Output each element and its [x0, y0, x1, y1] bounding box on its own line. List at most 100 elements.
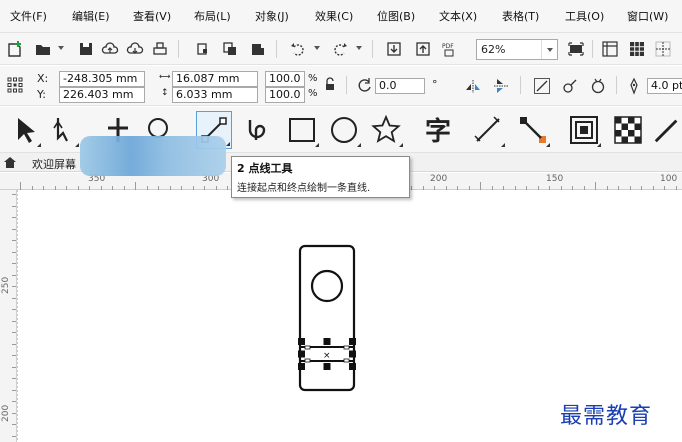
object-height-field[interactable]: 6.033 mm: [172, 87, 258, 103]
menu-view[interactable]: 查看(V): [133, 8, 171, 24]
home-icon[interactable]: [3, 155, 17, 169]
object-width-field[interactable]: 16.087 mm: [172, 71, 258, 87]
y-position-field[interactable]: 226.403 mm: [59, 87, 145, 103]
start-arrowhead-icon[interactable]: [532, 76, 552, 96]
outline-width-field[interactable]: 4.0 pt: [647, 78, 682, 94]
ruler-tick: [12, 274, 16, 276]
open-dropdown-icon[interactable]: [58, 46, 64, 50]
percent-y-label: %: [308, 88, 318, 99]
chevron-down-icon[interactable]: [541, 40, 557, 59]
artistic-media-tool-icon[interactable]: [240, 111, 276, 149]
ruler-tick: [12, 435, 16, 437]
ruler-tick: [595, 182, 596, 190]
separator: [372, 40, 373, 58]
percent-x-label: %: [308, 73, 318, 84]
ruler-tick: [12, 263, 16, 264]
ruler-v-label: 250: [1, 276, 11, 294]
tab-welcome-screen[interactable]: 欢迎屏幕: [32, 156, 76, 172]
blurred-redaction: [80, 136, 226, 176]
ruler-tick: [12, 251, 16, 253]
watermark-text: 最需教育: [560, 404, 653, 429]
separator: [592, 40, 593, 58]
vertical-ruler[interactable]: 250 200: [0, 190, 17, 442]
ruler-tick: [12, 194, 16, 195]
ruler-v-label: 200: [1, 404, 11, 422]
menu-text[interactable]: 文本(X): [439, 8, 477, 24]
tool-tooltip: 2 点线工具 连接起点和终点绘制一条直线.: [231, 156, 410, 198]
dimension-tool-icon[interactable]: [470, 111, 506, 149]
mirror-vertical-icon[interactable]: [491, 76, 511, 96]
ruler-tick: [12, 412, 16, 414]
menu-bitmaps[interactable]: 位图(B): [377, 8, 415, 24]
new-document-icon[interactable]: [5, 39, 25, 59]
transparency-tool-icon[interactable]: [610, 111, 646, 149]
height-icon: ↕: [161, 88, 169, 98]
full-screen-preview-icon[interactable]: [566, 39, 586, 59]
open-folder-icon[interactable]: [33, 39, 53, 59]
pick-tool-icon[interactable]: [6, 111, 42, 149]
ruler-tick: [12, 309, 16, 310]
text-tool-icon[interactable]: 字: [420, 111, 456, 149]
copy-icon[interactable]: [220, 39, 240, 59]
separator: [616, 76, 617, 94]
ruler-tick: [12, 378, 16, 379]
ruler-tick: [12, 401, 16, 402]
undo-icon[interactable]: [288, 39, 308, 59]
ruler-tick: [12, 205, 16, 207]
line-style-icon[interactable]: [560, 76, 580, 96]
selection-handles[interactable]: ×: [298, 338, 356, 370]
show-rulers-icon[interactable]: [600, 39, 620, 59]
cloud-upload-icon[interactable]: [100, 39, 120, 59]
x-position-field[interactable]: -248.305 mm: [59, 71, 145, 87]
cut-icon[interactable]: [193, 39, 213, 59]
undo-dropdown-icon[interactable]: [314, 46, 320, 50]
contour-tool-icon[interactable]: [566, 111, 602, 149]
ruler-tick: [12, 240, 16, 241]
show-grid-icon[interactable]: [627, 39, 647, 59]
x-label: X:: [37, 72, 49, 85]
mirror-horizontal-icon[interactable]: [463, 76, 483, 96]
menu-table[interactable]: 表格(T): [502, 8, 539, 24]
shape-tool-icon[interactable]: [44, 111, 80, 149]
property-bar: X: Y: -248.305 mm 226.403 mm ⟷ ↕ 16.087 …: [0, 66, 682, 106]
connector-tool-icon[interactable]: [515, 111, 551, 149]
paste-icon[interactable]: [248, 39, 268, 59]
menu-window[interactable]: 窗口(W): [627, 8, 668, 24]
save-icon[interactable]: [76, 39, 96, 59]
polygon-star-tool-icon[interactable]: [368, 111, 404, 149]
end-arrowhead-icon[interactable]: [588, 76, 608, 96]
menu-effects[interactable]: 效果(C): [315, 8, 353, 24]
export-icon[interactable]: [413, 39, 433, 59]
menu-file[interactable]: 文件(F): [10, 8, 47, 24]
rotate-icon: [355, 75, 375, 95]
print-icon[interactable]: [150, 39, 170, 59]
menu-edit[interactable]: 编辑(E): [72, 8, 110, 24]
y-label: Y:: [37, 88, 46, 101]
cloud-download-icon[interactable]: [125, 39, 145, 59]
ruler-tick: [20, 182, 21, 190]
scale-x-field[interactable]: 100.0: [265, 71, 305, 87]
show-guidelines-icon[interactable]: [653, 39, 673, 59]
width-icon: ⟷: [159, 72, 171, 81]
rectangle-tool-icon[interactable]: [284, 111, 320, 149]
object-origin-icon[interactable]: [5, 75, 25, 95]
ruler-tick: [12, 424, 16, 425]
zoom-level-value: 62%: [481, 43, 506, 56]
redo-icon[interactable]: [330, 39, 350, 59]
scale-y-field[interactable]: 100.0: [265, 87, 305, 103]
menu-layout[interactable]: 布局(L): [194, 8, 231, 24]
lock-ratio-icon[interactable]: [320, 75, 340, 95]
redo-dropdown-icon[interactable]: [356, 46, 362, 50]
eyedropper-tool-icon[interactable]: [652, 111, 682, 149]
separator: [520, 76, 521, 94]
rotation-angle-field[interactable]: 0.0: [375, 78, 425, 94]
outline-pen-icon: [624, 76, 644, 96]
menu-object[interactable]: 对象(J): [255, 8, 289, 24]
import-icon[interactable]: [384, 39, 404, 59]
ruler-h-label: 100: [660, 174, 678, 184]
zoom-level-select[interactable]: 62%: [476, 39, 558, 60]
ruler-tick: [12, 343, 16, 345]
menu-tools[interactable]: 工具(O): [565, 8, 604, 24]
publish-pdf-icon[interactable]: PDF: [440, 39, 460, 59]
ellipse-tool-icon[interactable]: [326, 111, 362, 149]
